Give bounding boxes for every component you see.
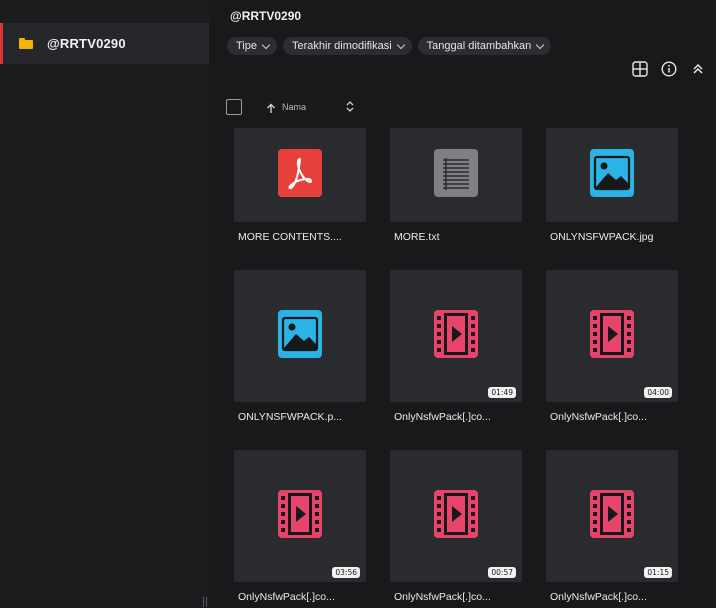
file-name: OnlyNsfwPack[.]co... [550, 411, 647, 423]
pdf-icon [278, 148, 322, 202]
video-duration-badge: 00:57 [488, 567, 516, 578]
main-content: @RRTV0290 Tipe Terakhir dimodifikasi Tan… [209, 0, 716, 608]
file-thumbnail [234, 128, 366, 222]
file-tile[interactable]: 01:15 OnlyNsfwPack[.]co... [546, 450, 678, 603]
filter-modified-button[interactable]: Terakhir dimodifikasi [283, 37, 412, 55]
filter-bar: Tipe Terakhir dimodifikasi Tanggal ditam… [227, 37, 552, 55]
chevron-down-icon [535, 40, 545, 49]
view-toolbar [631, 60, 706, 77]
video-file-icon [278, 489, 322, 543]
file-thumbnail: 01:49 [390, 270, 522, 402]
filter-added-button[interactable]: Tanggal ditambahkan [417, 37, 552, 55]
file-tile[interactable]: 04:00 OnlyNsfwPack[.]co... [546, 270, 678, 423]
image-file-icon [590, 148, 634, 202]
chevron-down-icon [261, 40, 271, 49]
file-name: MORE.txt [394, 231, 440, 243]
filter-label: Terakhir dimodifikasi [292, 40, 392, 52]
file-tile[interactable]: MORE CONTENTS.... [234, 128, 366, 243]
file-thumbnail: 01:15 [546, 450, 678, 582]
file-name: OnlyNsfwPack[.]co... [238, 591, 335, 603]
sidebar-item-rrtv0290[interactable]: @RRTV0290 [0, 23, 209, 64]
file-thumbnail: 03:56 [234, 450, 366, 582]
file-thumbnail [390, 128, 522, 222]
chevron-down-icon [396, 40, 405, 49]
file-name: ONLYNSFWPACK.jpg [550, 231, 654, 243]
text-file-icon [434, 148, 478, 202]
file-thumbnail [234, 270, 366, 402]
image-file-icon [278, 309, 322, 363]
video-file-icon [590, 309, 634, 363]
video-file-icon [434, 489, 478, 543]
column-name-header[interactable]: Nama [282, 102, 306, 112]
file-thumbnail: 00:57 [390, 450, 522, 582]
file-name: OnlyNsfwPack[.]co... [394, 411, 491, 423]
collapse-icon[interactable] [689, 60, 706, 77]
filter-label: Tipe [236, 40, 257, 52]
file-tile[interactable]: 01:49 OnlyNsfwPack[.]co... [390, 270, 522, 423]
sort-toggle-icon[interactable] [346, 100, 354, 118]
file-tile[interactable]: 00:57 OnlyNsfwPack[.]co... [390, 450, 522, 603]
filter-type-button[interactable]: Tipe [227, 37, 277, 55]
video-file-icon [434, 309, 478, 363]
file-tile[interactable]: 03:56 OnlyNsfwPack[.]co... [234, 450, 366, 603]
file-grid: MORE CONTENTS.... MORE.txt ONLYNSFWPACK.… [234, 128, 694, 608]
grid-view-icon[interactable] [631, 60, 648, 77]
video-duration-badge: 01:15 [644, 567, 672, 578]
file-thumbnail: 04:00 [546, 270, 678, 402]
filter-label: Tanggal ditambahkan [426, 40, 532, 52]
sidebar: @RRTV0290 [0, 0, 209, 608]
file-name: OnlyNsfwPack[.]co... [550, 591, 647, 603]
sort-ascending-icon[interactable] [266, 101, 276, 119]
folder-icon [19, 38, 33, 49]
video-duration-badge: 04:00 [644, 387, 672, 398]
info-icon[interactable] [660, 60, 677, 77]
file-name: OnlyNsfwPack[.]co... [394, 591, 491, 603]
file-tile[interactable]: ONLYNSFWPACK.p... [234, 270, 366, 423]
file-tile[interactable]: MORE.txt [390, 128, 522, 243]
video-file-icon [590, 489, 634, 543]
file-name: MORE CONTENTS.... [238, 231, 342, 243]
sidebar-item-label: @RRTV0290 [47, 36, 126, 51]
file-thumbnail [546, 128, 678, 222]
video-duration-badge: 03:56 [332, 567, 360, 578]
page-title: @RRTV0290 [230, 9, 302, 23]
select-all-checkbox[interactable] [226, 99, 242, 115]
file-name: ONLYNSFWPACK.p... [238, 411, 343, 423]
file-tile[interactable]: ONLYNSFWPACK.jpg [546, 128, 678, 243]
list-header: Nama [226, 99, 696, 117]
video-duration-badge: 01:49 [488, 387, 516, 398]
